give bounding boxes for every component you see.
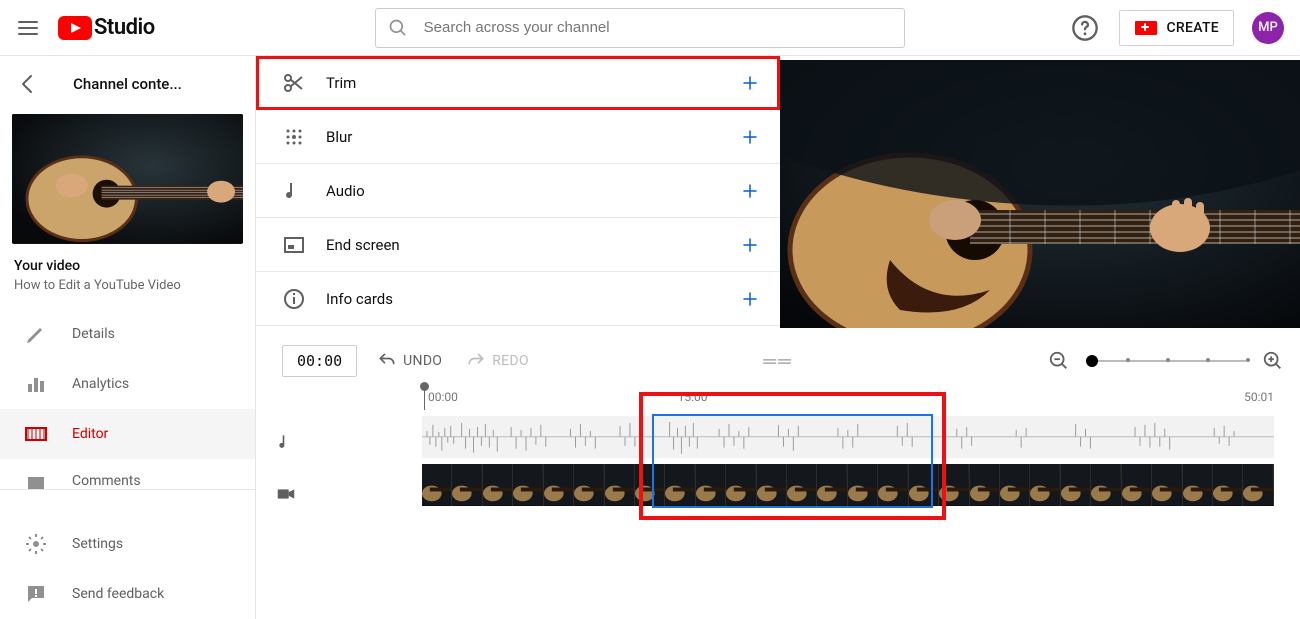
video-preview[interactable] [780,60,1300,328]
menu-icon[interactable] [16,16,40,40]
sidebar-item-label: Settings [72,536,123,552]
redo-button[interactable]: REDO [466,351,529,371]
search-icon [388,18,408,38]
sidebar-item-label: Editor [72,426,108,442]
undo-icon [377,351,397,371]
undo-label: UNDO [403,353,442,369]
search-field[interactable] [375,8,905,48]
tool-label: End screen [326,236,736,254]
blur-icon [282,125,306,149]
video-label: Your video [0,244,255,274]
tool-infocards[interactable]: Info cards [256,272,780,326]
sidebar-item-comments[interactable]: Comments [0,459,255,489]
music-note-icon [282,179,306,203]
sidebar-item-feedback[interactable]: Send feedback [0,569,255,619]
drag-handle-icon[interactable]: ══ [763,351,793,372]
sidebar-item-label: Analytics [72,376,129,392]
timeline-controls: 00:00 UNDO REDO ══ [256,336,1300,386]
zoom-slider[interactable] [1086,360,1246,362]
editor-panel: Trim Blur Audio [256,56,1300,619]
redo-icon [466,351,486,371]
create-label: CREATE [1166,20,1219,36]
analytics-icon [24,372,48,396]
app-name: Studio [94,15,155,40]
ruler-end: 50:01 [1244,390,1274,404]
video-track[interactable] [422,464,1274,506]
add-blur-button[interactable] [736,123,764,151]
create-button[interactable]: CREATE [1119,10,1234,46]
sidebar-item-label: Details [72,326,115,342]
redo-label: REDO [492,353,529,369]
tool-label: Trim [326,74,736,92]
playhead[interactable] [424,386,425,410]
scissors-icon [282,71,306,95]
gear-icon [24,532,48,556]
add-infocards-button[interactable] [736,285,764,313]
tool-audio[interactable]: Audio [256,164,780,218]
info-icon [282,287,306,311]
video-camera-icon [256,468,316,520]
undo-button[interactable]: UNDO [377,351,442,371]
help-icon[interactable] [1071,14,1099,42]
tool-label: Blur [326,128,736,146]
create-icon [1134,20,1158,36]
add-trim-button[interactable] [736,69,764,97]
tool-blur[interactable]: Blur [256,110,780,164]
timeline[interactable]: 00:00 15:00 50:01 [256,386,1300,619]
breadcrumb: Channel conte... [16,75,239,93]
timeline-ruler: 00:00 15:00 50:01 [422,386,1274,410]
editor-icon [24,422,48,446]
avatar[interactable]: MP [1252,12,1284,44]
tool-endscreen[interactable]: End screen [256,218,780,272]
pencil-icon [24,322,48,346]
tool-trim[interactable]: Trim [256,56,780,110]
avatar-initials: MP [1258,20,1278,35]
sidebar-item-analytics[interactable]: Analytics [0,359,255,409]
zoom-out-icon[interactable] [1048,350,1070,372]
comments-icon [24,473,48,489]
appbar: Studio CREATE MP [0,0,1300,56]
add-endscreen-button[interactable] [736,231,764,259]
sidebar-item-label: Send feedback [72,586,164,602]
sidebar-item-details[interactable]: Details [0,309,255,359]
audio-track[interactable] [422,416,1274,458]
search-input[interactable] [422,18,892,37]
endscreen-icon [282,233,306,257]
video-title: How to Edit a YouTube Video [0,274,255,309]
tool-label: Audio [326,182,736,200]
zoom-controls [1048,350,1284,372]
ruler-start: 00:00 [428,390,458,404]
sidebar: Channel conte... Your video How to Edit … [0,56,256,619]
tool-label: Info cards [326,290,736,308]
sidebar-item-label: Comments [72,473,141,489]
app-logo[interactable]: Studio [58,15,155,40]
ruler-mid: 15:00 [678,390,708,404]
sidebar-item-settings[interactable]: Settings [0,519,255,569]
feedback-icon [24,582,48,606]
music-note-icon [256,416,316,468]
add-audio-button[interactable] [736,177,764,205]
zoom-in-icon[interactable] [1262,350,1284,372]
sidebar-item-editor[interactable]: Editor [0,409,255,459]
video-thumbnail[interactable] [12,114,243,244]
current-time[interactable]: 00:00 [282,345,357,377]
tool-list: Trim Blur Audio [256,56,780,336]
